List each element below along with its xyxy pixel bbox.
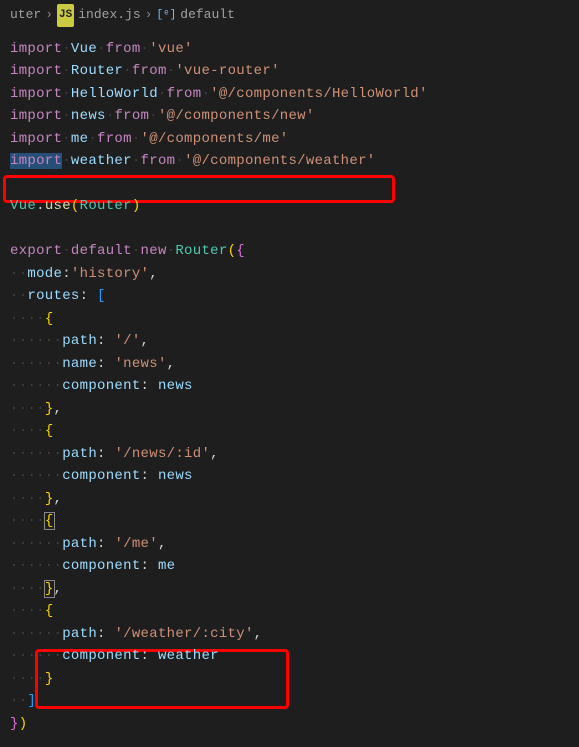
code-line: ····}, bbox=[10, 578, 569, 601]
breadcrumb-symbol[interactable]: default bbox=[180, 4, 235, 27]
breadcrumb-file[interactable]: index.js bbox=[78, 4, 140, 27]
code-line: ······component: weather bbox=[10, 645, 569, 668]
code-line: ··] bbox=[10, 690, 569, 713]
code-line: ······component: news bbox=[10, 465, 569, 488]
code-line: import·weather·from·'@/components/weathe… bbox=[10, 150, 569, 173]
code-editor[interactable]: import·Vue·from·'vue' import·Router·from… bbox=[0, 32, 579, 742]
code-line: ····}, bbox=[10, 398, 569, 421]
code-line: ······path: '/weather/:city', bbox=[10, 623, 569, 646]
code-line: import·me·from·'@/components/me' bbox=[10, 128, 569, 151]
code-line: }) bbox=[10, 713, 569, 736]
code-line: ······path: '/', bbox=[10, 330, 569, 353]
code-line: ····{ bbox=[10, 420, 569, 443]
code-line: import·Router·from·'vue-router' bbox=[10, 60, 569, 83]
code-line: ····}, bbox=[10, 488, 569, 511]
code-line: ······name: 'news', bbox=[10, 353, 569, 376]
code-line: import·news·from·'@/components/new' bbox=[10, 105, 569, 128]
code-line: ······path: '/me', bbox=[10, 533, 569, 556]
chevron-icon: › bbox=[145, 4, 153, 27]
breadcrumb[interactable]: uter › JS index.js › [ᵉ] default bbox=[0, 0, 579, 32]
code-line: export·default·new·Router({ bbox=[10, 240, 569, 263]
code-line bbox=[10, 173, 569, 196]
code-line: ··mode:'history', bbox=[10, 263, 569, 286]
code-line: Vue.use(Router) bbox=[10, 195, 569, 218]
code-line: ····{ bbox=[10, 308, 569, 331]
breadcrumb-folder[interactable]: uter bbox=[10, 4, 41, 27]
chevron-icon: › bbox=[45, 4, 53, 27]
code-line: ····{ bbox=[10, 600, 569, 623]
code-line: ····} bbox=[10, 668, 569, 691]
code-line: ··routes: [ bbox=[10, 285, 569, 308]
code-line: import·HelloWorld·from·'@/components/Hel… bbox=[10, 83, 569, 106]
symbol-icon: [ᵉ] bbox=[156, 4, 176, 27]
code-line: ······component: me bbox=[10, 555, 569, 578]
code-line bbox=[10, 218, 569, 241]
code-line: ······path: '/news/:id', bbox=[10, 443, 569, 466]
js-file-icon: JS bbox=[57, 4, 74, 27]
code-line: ······component: news bbox=[10, 375, 569, 398]
code-line: ····{ bbox=[10, 510, 569, 533]
code-line: import·Vue·from·'vue' bbox=[10, 38, 569, 61]
